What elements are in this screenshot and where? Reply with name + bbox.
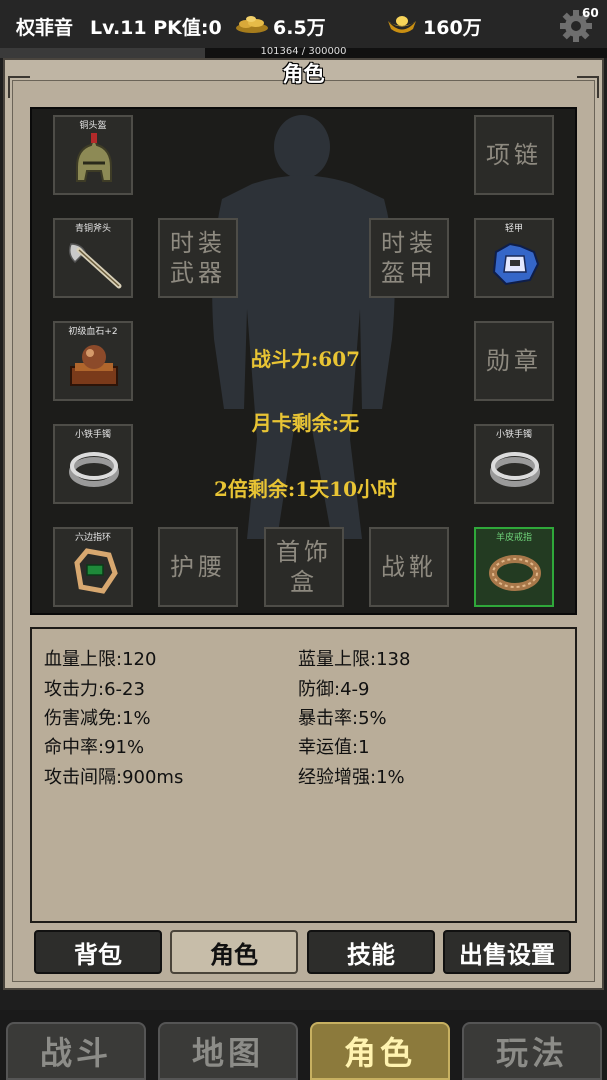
slot-ring-left[interactable]: 六边指环 [53, 527, 133, 607]
slot-fashion-armor-label: 时装 盔甲 [381, 229, 437, 287]
slot-jewelry-box[interactable]: 首饰 盒 [264, 527, 344, 607]
panel-title: 角色 [282, 62, 325, 86]
slot-jewelry-box-label: 首饰 盒 [276, 538, 332, 596]
slot-ring-right[interactable]: 羊皮戒指 [474, 527, 554, 607]
nav-character[interactable]: 角色 [310, 1022, 450, 1080]
slot-helmet-caption: 铜头盔 [79, 121, 107, 131]
slot-weapon-caption: 青铜斧头 [74, 224, 111, 234]
month-card-remaining: 月卡剩余:无 [251, 411, 360, 435]
slot-fashion-armor[interactable]: 时装 盔甲 [369, 218, 449, 298]
attr-luck: 幸运值:1 [298, 737, 370, 758]
attr-crit-rate: 暴击率:5% [298, 708, 387, 729]
attr-mp-max: 蓝量上限:138 [298, 649, 411, 670]
leather-ring-icon [489, 555, 541, 591]
attr-hp-max: 血量上限:120 [44, 649, 157, 670]
attr-attack: 攻击力:6-23 [44, 679, 145, 700]
nav-gameplay[interactable]: 玩法 [462, 1022, 602, 1080]
attr-hit-rate: 命中率:91% [44, 737, 145, 758]
player-name: 权菲音 [16, 17, 74, 39]
slot-helmet[interactable]: 铜头盔 [53, 115, 133, 195]
gold-amount: 6.5万 [273, 17, 326, 39]
slot-gem-caption: 初级血石+2 [68, 327, 118, 337]
slot-necklace-label: 项链 [486, 141, 542, 169]
slot-belt[interactable]: 护腰 [158, 527, 238, 607]
double-exp-remaining: 2倍剩余:1天10小时 [213, 477, 398, 501]
slot-weapon[interactable]: 青铜斧头 [53, 218, 133, 298]
nav-map[interactable]: 地图 [158, 1022, 298, 1080]
slot-fashion-weapon[interactable]: 时装 武器 [158, 218, 238, 298]
exp-text: 101364 / 300000 [260, 46, 347, 57]
attr-exp-bonus: 经验增强:1% [298, 767, 405, 788]
ingot-amount: 160万 [423, 17, 482, 39]
level-pk: Lv.11 PK值:0 [90, 17, 222, 39]
slot-ring-left-caption: 六边指环 [74, 533, 111, 543]
slot-fashion-weapon-label: 时装 武器 [170, 229, 226, 287]
hexagon-ring-icon [74, 548, 118, 594]
combat-power: 战斗力:607 [250, 347, 361, 371]
slot-boots[interactable]: 战靴 [369, 527, 449, 607]
tab-backpack[interactable]: 背包 [34, 930, 162, 974]
tab-sell-settings[interactable]: 出售设置 [443, 930, 571, 974]
slot-boots-label: 战靴 [381, 553, 437, 581]
slot-necklace[interactable]: 项链 [474, 115, 554, 195]
slot-ring-right-caption: 羊皮戒指 [495, 533, 532, 543]
tab-skills[interactable]: 技能 [307, 930, 435, 974]
slot-armor[interactable]: 轻甲 [474, 218, 554, 298]
top-status-bar: 权菲音 Lv.11 PK值:0 6.5万 160万 60 [0, 0, 607, 50]
attr-damage-reduction: 伤害减免:1% [44, 708, 151, 729]
tab-character[interactable]: 角色 [170, 930, 298, 974]
attributes-panel: 血量上限:120 蓝量上限:138 攻击力:6-23 防御:4-9 伤害减免:1… [30, 627, 577, 923]
attr-attack-interval: 攻击间隔:900ms [44, 767, 184, 788]
slot-armor-caption: 轻甲 [504, 224, 523, 234]
light-armor-icon [492, 242, 540, 286]
equipment-area: 铜头盔 青铜斧头 初级血石+2 小铁手镯 六边指环 时装 武器 时装 盔甲 项链… [30, 107, 577, 615]
axe-icon [68, 243, 122, 289]
fps-counter: 60 [582, 6, 599, 20]
slot-belt-label: 护腰 [170, 553, 226, 581]
helmet-icon [76, 133, 112, 182]
nav-battle[interactable]: 战斗 [6, 1022, 146, 1080]
attr-defense: 防御:4-9 [298, 679, 370, 700]
gold-pile-icon [236, 16, 268, 33]
gold-ingot-icon [388, 16, 416, 33]
